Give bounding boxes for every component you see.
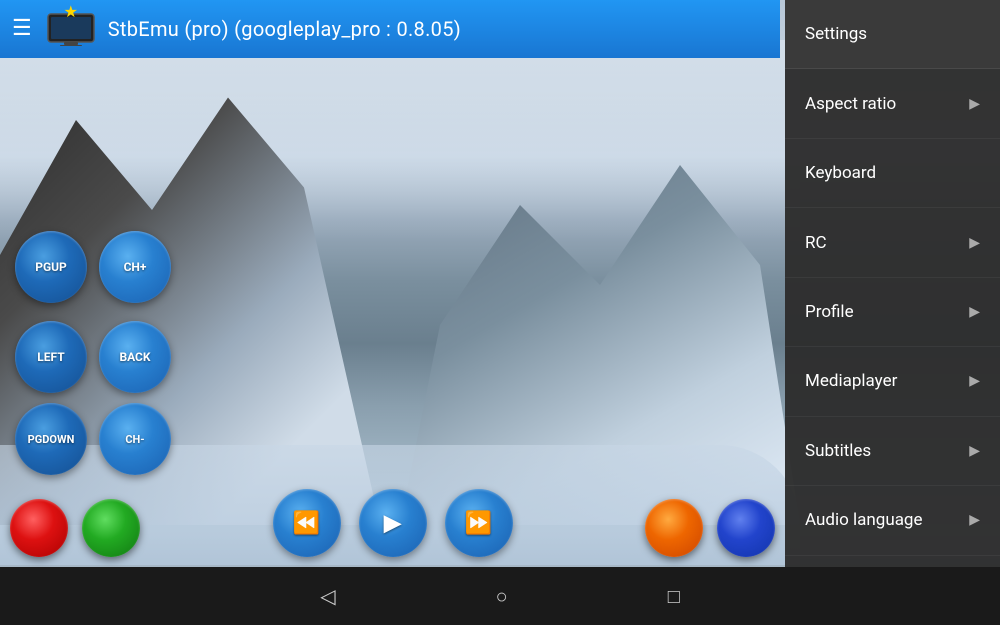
menu-item-subtitles-label: Subtitles bbox=[805, 441, 969, 461]
system-home-button[interactable]: ○ bbox=[496, 584, 508, 609]
system-back-button[interactable]: ◁ bbox=[320, 584, 335, 608]
menu-item-mediaplayer[interactable]: Mediaplayer ▶ bbox=[785, 347, 1000, 416]
menu-item-audio-language-label: Audio language bbox=[805, 510, 969, 530]
menu-item-rc[interactable]: RC ▶ bbox=[785, 208, 1000, 277]
menu-arrow-mediaplayer: ▶ bbox=[969, 373, 980, 389]
menu-arrow-rc: ▶ bbox=[969, 235, 980, 251]
menu-item-keyboard[interactable]: Keyboard bbox=[785, 139, 1000, 208]
menu-item-mediaplayer-label: Mediaplayer bbox=[805, 371, 969, 391]
menu-item-profile-label: Profile bbox=[805, 302, 969, 322]
menu-arrow-aspect-ratio: ▶ bbox=[969, 96, 980, 112]
bottom-navigation-bar: ◁ ○ □ bbox=[0, 567, 1000, 625]
menu-arrow-subtitles: ▶ bbox=[969, 443, 980, 459]
menu-item-profile[interactable]: Profile ▶ bbox=[785, 278, 1000, 347]
menu-item-settings[interactable]: Settings bbox=[785, 0, 1000, 69]
menu-item-subtitles[interactable]: Subtitles ▶ bbox=[785, 417, 1000, 486]
system-recents-button[interactable]: □ bbox=[668, 584, 680, 609]
menu-item-aspect-ratio[interactable]: Aspect ratio ▶ bbox=[785, 69, 1000, 138]
menu-item-audio-language[interactable]: Audio language ▶ bbox=[785, 486, 1000, 555]
menu-arrow-profile: ▶ bbox=[969, 304, 980, 320]
dropdown-menu: Settings Aspect ratio ▶ Keyboard RC ▶ Pr… bbox=[785, 0, 1000, 625]
menu-arrow-audio-language: ▶ bbox=[969, 512, 980, 528]
menu-item-rc-label: RC bbox=[805, 233, 969, 253]
menu-item-keyboard-label: Keyboard bbox=[805, 163, 980, 183]
menu-item-settings-label: Settings bbox=[805, 24, 980, 44]
menu-item-aspect-ratio-label: Aspect ratio bbox=[805, 94, 969, 114]
menu-backdrop[interactable] bbox=[0, 0, 785, 625]
